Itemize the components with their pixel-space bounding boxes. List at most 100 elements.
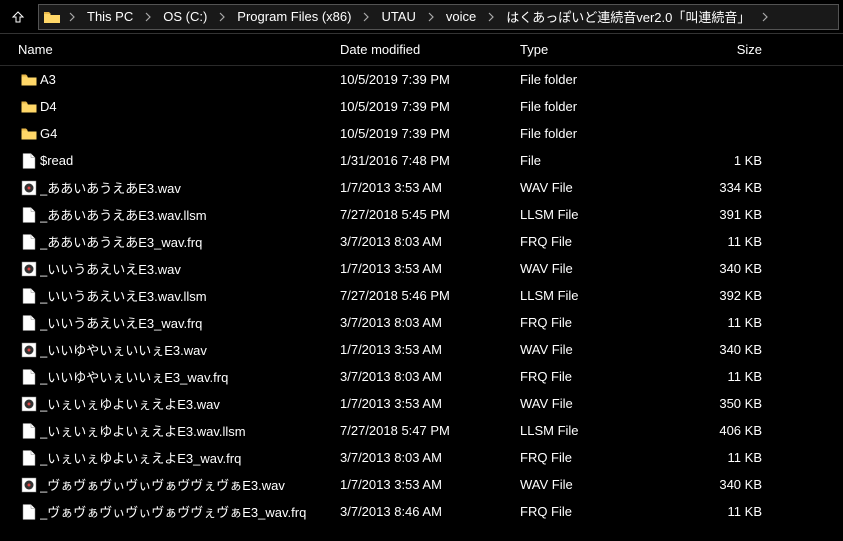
list-item[interactable]: _いぇいぇゆよいぇえよE3.wav1/7/2013 3:53 AMWAV Fil… xyxy=(0,390,843,417)
list-item[interactable]: G410/5/2019 7:39 PMFile folder xyxy=(0,120,843,147)
list-item[interactable]: _いいうあえいえE3_wav.frq3/7/2013 8:03 AMFRQ Fi… xyxy=(0,309,843,336)
list-item[interactable]: _ああいあうえあE3.wav1/7/2013 3:53 AMWAV File33… xyxy=(0,174,843,201)
list-item[interactable]: _いいうあえいえE3.wav.llsm7/27/2018 5:46 PMLLSM… xyxy=(0,282,843,309)
file-date: 10/5/2019 7:39 PM xyxy=(340,126,520,141)
wav-icon xyxy=(18,180,40,196)
chevron-right-icon[interactable] xyxy=(758,12,772,22)
file-type: LLSM File xyxy=(520,207,670,222)
folder-icon xyxy=(18,127,40,140)
folder-icon xyxy=(43,10,61,24)
list-item[interactable]: $read1/31/2016 7:48 PMFile1 KB xyxy=(0,147,843,174)
file-type: WAV File xyxy=(520,477,670,492)
breadcrumb-item[interactable]: This PC xyxy=(79,5,141,29)
file-size: 340 KB xyxy=(670,261,790,276)
file-size: 350 KB xyxy=(670,396,790,411)
file-name: _ああいあうえあE3_wav.frq xyxy=(40,232,340,251)
file-icon xyxy=(18,315,40,331)
list-item[interactable]: D410/5/2019 7:39 PMFile folder xyxy=(0,93,843,120)
file-type: WAV File xyxy=(520,180,670,195)
file-date: 3/7/2013 8:03 AM xyxy=(340,315,520,330)
breadcrumb[interactable]: This PC OS (C:) Program Files (x86) UTAU voi… xyxy=(38,4,839,30)
chevron-right-icon[interactable] xyxy=(484,12,498,22)
file-type: File folder xyxy=(520,126,670,141)
file-size: 11 KB xyxy=(670,234,790,249)
breadcrumb-item[interactable]: voice xyxy=(438,5,484,29)
header-size[interactable]: Size xyxy=(670,42,790,57)
file-date: 3/7/2013 8:03 AM xyxy=(340,450,520,465)
file-size: 340 KB xyxy=(670,342,790,357)
list-item[interactable]: _ヴぁヴぁヴぃヴぃヴぁヴヴぇヴぁE3.wav1/7/2013 3:53 AMWA… xyxy=(0,471,843,498)
file-type: LLSM File xyxy=(520,423,670,438)
file-name: _いいゆやいぇいいぇE3.wav xyxy=(40,340,340,359)
file-icon xyxy=(18,153,40,169)
file-name: _ああいあうえあE3.wav.llsm xyxy=(40,205,340,224)
column-headers: Name Date modified Type Size xyxy=(0,34,843,66)
list-item[interactable]: _ヴぁヴぁヴぃヴぃヴぁヴヴぇヴぁE3_wav.frq3/7/2013 8:46 … xyxy=(0,498,843,525)
list-item[interactable]: _いいゆやいぇいいぇE3.wav1/7/2013 3:53 AMWAV File… xyxy=(0,336,843,363)
file-size: 392 KB xyxy=(670,288,790,303)
file-icon xyxy=(18,288,40,304)
file-name: A3 xyxy=(40,72,340,87)
breadcrumb-item[interactable]: Program Files (x86) xyxy=(229,5,359,29)
breadcrumb-item[interactable]: はくあっぽいど連続音ver2.0「叫連続音」 xyxy=(498,5,758,29)
file-size: 11 KB xyxy=(670,315,790,330)
file-list: A310/5/2019 7:39 PMFile folderD410/5/201… xyxy=(0,66,843,525)
file-name: _ヴぁヴぁヴぃヴぃヴぁヴヴぇヴぁE3.wav xyxy=(40,475,340,494)
file-size: 406 KB xyxy=(670,423,790,438)
file-type: File folder xyxy=(520,99,670,114)
file-icon xyxy=(18,207,40,223)
file-name: _いぇいぇゆよいぇえよE3.wav xyxy=(40,394,340,413)
file-type: FRQ File xyxy=(520,450,670,465)
file-date: 7/27/2018 5:45 PM xyxy=(340,207,520,222)
file-name: _いいうあえいえE3.wav xyxy=(40,259,340,278)
list-item[interactable]: A310/5/2019 7:39 PMFile folder xyxy=(0,66,843,93)
chevron-right-icon[interactable] xyxy=(65,12,79,22)
file-type: FRQ File xyxy=(520,315,670,330)
file-size: 391 KB xyxy=(670,207,790,222)
file-date: 3/7/2013 8:46 AM xyxy=(340,504,520,519)
file-date: 3/7/2013 8:03 AM xyxy=(340,234,520,249)
list-item[interactable]: _ああいあうえあE3_wav.frq3/7/2013 8:03 AMFRQ Fi… xyxy=(0,228,843,255)
header-date[interactable]: Date modified xyxy=(340,42,520,57)
list-item[interactable]: _ああいあうえあE3.wav.llsm7/27/2018 5:45 PMLLSM… xyxy=(0,201,843,228)
list-item[interactable]: _いいうあえいえE3.wav1/7/2013 3:53 AMWAV File34… xyxy=(0,255,843,282)
file-size: 11 KB xyxy=(670,504,790,519)
breadcrumb-item[interactable]: OS (C:) xyxy=(155,5,215,29)
file-type: FRQ File xyxy=(520,234,670,249)
file-size: 340 KB xyxy=(670,477,790,492)
up-button[interactable] xyxy=(4,3,32,31)
address-bar: This PC OS (C:) Program Files (x86) UTAU voi… xyxy=(0,0,843,34)
file-type: WAV File xyxy=(520,396,670,411)
file-name: G4 xyxy=(40,126,340,141)
file-type: FRQ File xyxy=(520,504,670,519)
list-item[interactable]: _いいゆやいぇいいぇE3_wav.frq3/7/2013 8:03 AMFRQ … xyxy=(0,363,843,390)
file-icon xyxy=(18,369,40,385)
file-type: WAV File xyxy=(520,261,670,276)
file-name: _いいうあえいえE3_wav.frq xyxy=(40,313,340,332)
file-date: 1/31/2016 7:48 PM xyxy=(340,153,520,168)
file-size: 11 KB xyxy=(670,369,790,384)
chevron-right-icon[interactable] xyxy=(215,12,229,22)
chevron-right-icon[interactable] xyxy=(141,12,155,22)
wav-icon xyxy=(18,477,40,493)
file-icon xyxy=(18,504,40,520)
header-type[interactable]: Type xyxy=(520,42,670,57)
list-item[interactable]: _いぇいぇゆよいぇえよE3.wav.llsm7/27/2018 5:47 PML… xyxy=(0,417,843,444)
list-item[interactable]: _いぇいぇゆよいぇえよE3_wav.frq3/7/2013 8:03 AMFRQ… xyxy=(0,444,843,471)
file-icon xyxy=(18,450,40,466)
wav-icon xyxy=(18,261,40,277)
file-date: 1/7/2013 3:53 AM xyxy=(340,342,520,357)
file-icon xyxy=(18,423,40,439)
chevron-right-icon[interactable] xyxy=(424,12,438,22)
header-name[interactable]: Name xyxy=(0,42,340,57)
file-size: 334 KB xyxy=(670,180,790,195)
file-size: 11 KB xyxy=(670,450,790,465)
file-date: 10/5/2019 7:39 PM xyxy=(340,72,520,87)
chevron-right-icon[interactable] xyxy=(359,12,373,22)
file-type: File folder xyxy=(520,72,670,87)
file-date: 3/7/2013 8:03 AM xyxy=(340,369,520,384)
file-type: FRQ File xyxy=(520,369,670,384)
breadcrumb-item[interactable]: UTAU xyxy=(373,5,423,29)
file-date: 1/7/2013 3:53 AM xyxy=(340,396,520,411)
file-icon xyxy=(18,234,40,250)
